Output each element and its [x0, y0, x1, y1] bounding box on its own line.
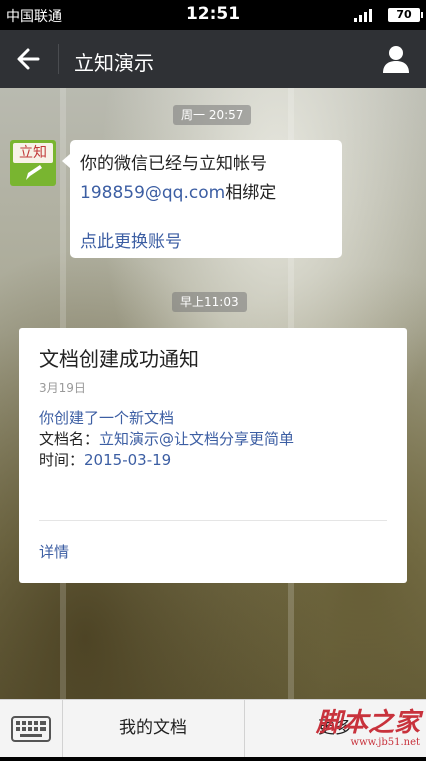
notification-card[interactable]: 文档创建成功通知 3月19日 你创建了一个新文档 文档名：立知演示@让文档分享更…	[19, 328, 407, 583]
my-documents-menu[interactable]: 我的文档	[62, 700, 245, 757]
battery-indicator: 70	[388, 8, 423, 22]
message-suffix: 相绑定	[225, 183, 277, 203]
message-text: 你的微信已经与立知帐号	[80, 154, 267, 174]
watermark-url: www.jb51.net	[350, 737, 420, 748]
message-text-line2: 198859@qq.com相绑定	[80, 178, 276, 203]
keyboard-icon	[11, 716, 51, 742]
time-label: 时间：	[39, 451, 85, 469]
bottom-menu-bar: 我的文档 更多 脚本之家 www.jb51.net	[0, 699, 426, 757]
doc-name-label: 文档名：	[39, 430, 100, 448]
status-bar: 中国联通 12:51 70	[0, 0, 426, 30]
details-link[interactable]: 详情	[39, 541, 69, 562]
signal-icon	[354, 8, 376, 22]
back-button[interactable]	[0, 30, 58, 88]
card-line: 你创建了一个新文档	[39, 409, 175, 427]
site-watermark: 脚本之家 www.jb51.net	[316, 709, 420, 749]
time-value: 2015-03-19	[84, 451, 172, 469]
card-divider	[39, 520, 387, 521]
keyboard-toggle-button[interactable]	[0, 700, 63, 757]
doc-name-value: 立知演示@让文档分享更简单	[99, 430, 295, 448]
message-bubble[interactable]: 你的微信已经与立知帐号 198859@qq.com相绑定 点此更换账号	[62, 140, 342, 258]
card-date: 3月19日	[39, 381, 86, 395]
chat-area[interactable]: 周一 20:57 立知 你的微信已经与立知帐号 198859@qq.com相绑定…	[0, 88, 426, 699]
back-arrow-icon	[17, 48, 40, 70]
official-account-avatar[interactable]: 立知	[10, 140, 56, 186]
timestamp: 周一 20:57	[173, 105, 252, 125]
nav-bar: 立知演示	[0, 30, 426, 88]
change-account-link[interactable]: 点此更换账号	[80, 227, 182, 252]
card-time-row: 时间：2015-03-19	[39, 450, 294, 471]
email-link[interactable]: 198859@qq.com	[80, 183, 225, 203]
chat-title: 立知演示	[74, 51, 154, 75]
card-title: 文档创建成功通知	[39, 347, 199, 371]
timestamp: 早上11:03	[172, 292, 247, 312]
contact-icon	[383, 46, 409, 73]
nav-divider	[58, 44, 59, 74]
card-body: 你创建了一个新文档 文档名：立知演示@让文档分享更简单 时间：2015-03-1…	[39, 408, 294, 471]
card-doc-row: 文档名：立知演示@让文档分享更简单	[39, 429, 294, 450]
contact-info-button[interactable]	[378, 42, 414, 78]
watermark-text: 脚本之家	[315, 708, 420, 738]
pencil-icon	[26, 165, 42, 180]
